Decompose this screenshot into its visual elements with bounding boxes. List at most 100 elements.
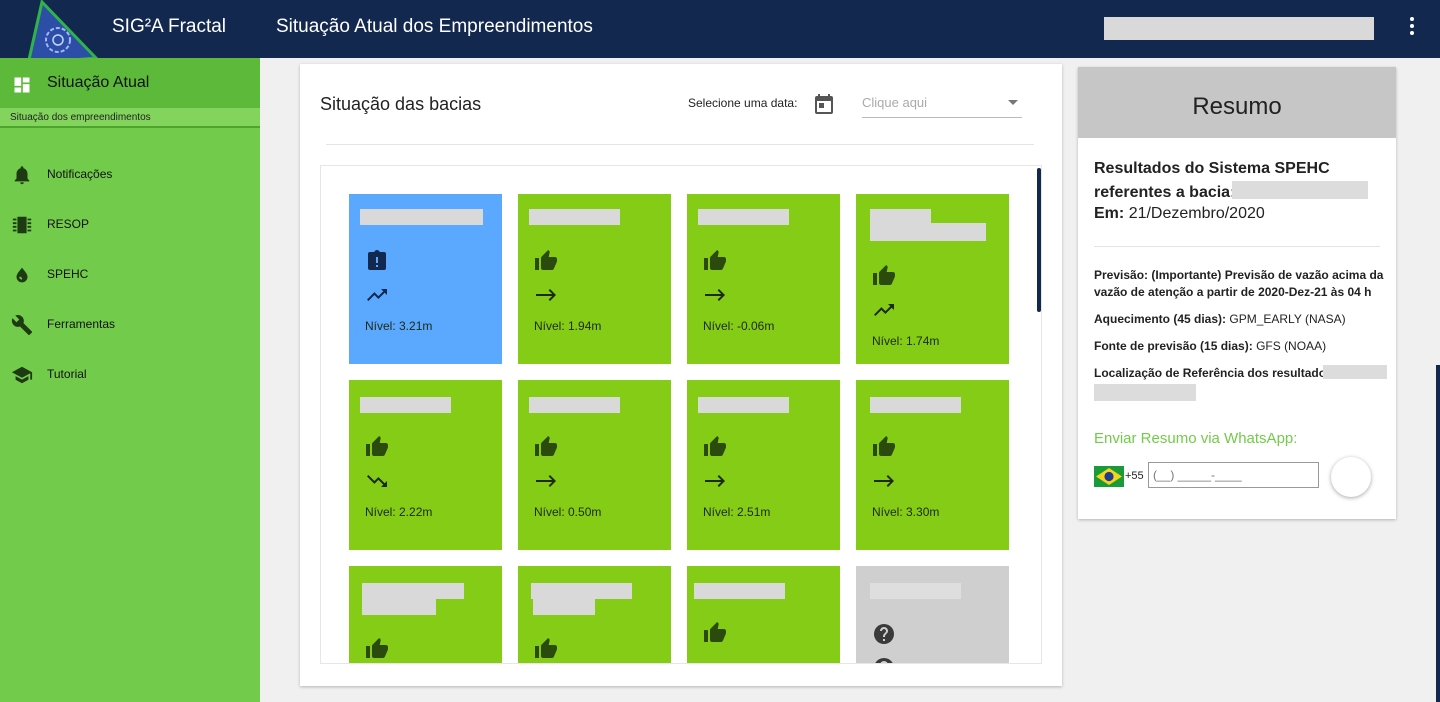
basin-name-redacted [360,209,483,225]
basin-tile[interactable]: Nível: 1.94m [518,194,671,364]
forecast-line: Previsão: (Importante) Previsão de vazão… [1094,267,1386,301]
sidebar-item-tutorial[interactable]: Tutorial [0,356,260,396]
basin-level: Nível: -0.06m [703,319,775,333]
source-value: GFS (NOAA) [1256,339,1327,353]
sidebar-item-ferramentas[interactable]: Ferramentas [0,306,260,346]
basin-tile[interactable]: Nível: 3.30m [856,380,1009,550]
sidebar-item-notificacoes[interactable]: Notificações [0,156,260,196]
trend-up-icon [367,289,387,301]
arrow-right-icon [874,475,894,487]
top-app-bar: SIG²A Fractal Situação Atual dos Empreen… [0,0,1440,66]
chip-icon [12,216,32,234]
warmup-line: Aquecimento (45 dias): GPM_EARLY (NASA) [1094,311,1386,328]
sidebar-item-situacao-atual[interactable]: Situação Atual [0,58,260,108]
thumb-up-icon [704,250,726,270]
sidebar: Situação Atual Situação dos empreendimen… [0,58,260,702]
basin-name-redacted [870,583,961,599]
alert-icon [368,250,386,270]
basin-name-redacted [362,599,436,615]
basin-name-redacted [362,583,464,599]
page-title: Situação Atual dos Empreendimentos [276,16,593,37]
sidebar-item-label: Notificações [47,167,113,181]
sidebar-item-spehc[interactable]: SPEHC [0,256,260,296]
basin-name-redacted [360,397,451,413]
thumb-up-icon [535,638,557,658]
thumb-up-icon [366,638,388,658]
sidebar-item-resop[interactable]: RESOP [0,206,260,246]
arrow-right-icon [536,289,556,301]
basin-name-redacted [698,397,789,413]
help-icon [874,624,894,644]
sidebar-subitem-empreendimentos[interactable]: Situação dos empreendimentos [0,108,260,128]
grid-scrollbar[interactable] [1037,168,1041,312]
source-label: Fonte de previsão (15 dias): [1094,339,1253,353]
brazil-flag-icon[interactable] [1094,466,1124,487]
divider [1094,246,1380,247]
basin-name-redacted [698,209,789,225]
basin-tile[interactable]: Nível: -0.06m [687,194,840,364]
trend-up-icon [874,304,894,316]
page-scrollbar[interactable] [1436,365,1440,702]
basin-level: Nível: 2.22m [365,505,433,519]
basin-tile[interactable] [687,566,840,663]
summary-header: Resumo [1078,67,1396,138]
basin-grid: Nível: 3.21m Nível: 1.94m Nível: -0.06m … [320,165,1042,664]
help-icon [875,658,893,663]
basin-level: Nível: 3.21m [365,319,433,333]
user-info-redacted [1104,17,1374,40]
basin-tile[interactable] [349,566,502,663]
basin-level: Nível: 3.30m [872,505,940,519]
basin-name-redacted [531,583,632,599]
school-icon [11,366,33,384]
location-redacted [1323,365,1387,379]
basin-level: Nível: 1.94m [534,319,602,333]
arrow-right-icon [705,289,725,301]
water-icon [16,267,28,283]
sidebar-item-label: Ferramentas [47,317,116,331]
sidebar-item-label: Situação Atual [47,74,150,91]
basin-tile[interactable]: Nível: 1.74m [856,194,1009,364]
thumb-up-icon [873,265,895,285]
basin-name-redacted [533,599,595,615]
date-select-placeholder: Clique aqui [862,95,928,110]
basin-tile[interactable] [518,566,671,663]
country-code: +55 [1125,470,1144,482]
dropdown-arrow-icon [1008,100,1018,105]
basin-tile[interactable]: Nível: 2.51m [687,380,840,550]
thumb-up-icon [535,436,557,456]
basin-tile[interactable] [856,566,1009,663]
bell-icon [14,166,30,185]
thumb-up-icon [873,436,895,456]
sidebar-item-label: SPEHC [47,267,89,281]
date-value: 21/Dezembro/2020 [1128,205,1265,222]
sidebar-item-label: RESOP [47,217,90,231]
wrench-icon [11,315,33,336]
basin-name-redacted [694,583,785,599]
app-logo[interactable] [18,0,102,66]
basin-level: Nível: 1.74m [872,334,940,348]
basin-tile[interactable]: Nível: 2.22m [349,380,502,550]
sidebar-item-label: Tutorial [47,367,87,381]
date-select[interactable]: Clique aqui [862,90,1022,118]
basin-tile[interactable]: Nível: 0.50m [518,380,671,550]
warmup-value: GPM_EARLY (NASA) [1229,312,1346,326]
summary-title: Resumo [1192,93,1282,120]
results-date: Em: 21/Dezembro/2020 [1094,205,1265,223]
send-whatsapp-button[interactable] [1331,457,1371,497]
calendar-icon[interactable] [812,92,836,116]
basin-tile[interactable]: Nível: 3.21m [349,194,502,364]
source-line: Fonte de previsão (15 dias): GFS (NOAA) [1094,338,1386,355]
whatsapp-label: Enviar Resumo via WhatsApp: [1094,430,1298,447]
section-title: Situação das bacias [320,94,482,114]
location-redacted [1094,384,1196,401]
more-vert-icon[interactable] [1400,14,1424,42]
basin-name-redacted [529,209,620,225]
phone-input[interactable] [1148,462,1319,488]
summary-card: Resumo Resultados do Sistema SPEHC refer… [1078,67,1396,519]
basin-level: Nível: 0.50m [534,505,602,519]
trend-down-icon [367,475,387,487]
thumb-up-icon [704,622,726,642]
thumb-up-icon [704,436,726,456]
thumb-up-icon [366,436,388,456]
sidebar-subitem-label: Situação dos empreendimentos [10,112,151,123]
